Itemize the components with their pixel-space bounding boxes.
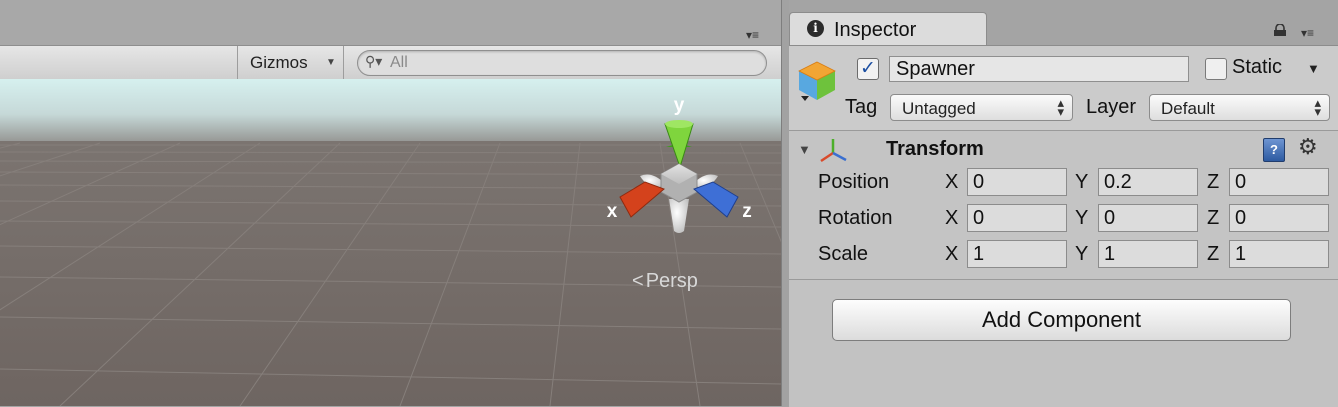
- search-icon: ⚲▾: [365, 53, 383, 69]
- static-dropdown-arrow-icon[interactable]: ▼: [1307, 61, 1320, 76]
- panel-menu-icon[interactable]: ▾≡: [746, 28, 759, 42]
- position-x-field[interactable]: [967, 168, 1067, 196]
- rotation-x-field[interactable]: [967, 204, 1067, 232]
- updown-arrow-icon: ▴ ▾: [1057, 95, 1064, 119]
- transform-title: Transform: [886, 138, 984, 160]
- layer-value: Default: [1161, 99, 1215, 118]
- scene-viewport-canvas: y x z: [0, 79, 781, 406]
- gameobject-name-field[interactable]: [889, 56, 1189, 82]
- static-checkbox[interactable]: [1205, 58, 1227, 80]
- scene-search-input[interactable]: [390, 53, 750, 72]
- axis-x-label: X: [945, 243, 959, 265]
- inspector-tab-label: Inspector: [834, 19, 917, 41]
- sky: [0, 79, 781, 149]
- gizmos-label: Gizmos: [250, 53, 308, 72]
- gizmos-dropdown[interactable]: Gizmos ▼: [238, 46, 342, 79]
- gear-icon[interactable]: ⚙: [1298, 134, 1318, 160]
- gameobject-cube-icon[interactable]: [795, 58, 839, 102]
- layer-label: Layer: [1086, 96, 1137, 118]
- y-axis-label: y: [674, 95, 685, 116]
- rotation-z-field[interactable]: [1229, 204, 1329, 232]
- inspector-panel: i Inspector ▾≡ ✓ Static ▼ Tag: [789, 0, 1338, 407]
- scale-x-field[interactable]: [967, 240, 1067, 268]
- tag-dropdown[interactable]: Untagged ▴ ▾: [890, 94, 1073, 121]
- add-component-button[interactable]: Add Component: [832, 299, 1291, 341]
- persp-chevron-icon: <: [632, 270, 644, 292]
- foldout-arrow-icon[interactable]: ▼: [798, 142, 811, 157]
- axis-x-label: X: [945, 207, 959, 229]
- tab-inspector[interactable]: i Inspector: [789, 12, 987, 46]
- tag-value: Untagged: [902, 99, 976, 118]
- lock-icon[interactable]: [1273, 24, 1287, 36]
- checkmark-icon: ✓: [860, 58, 876, 79]
- axis-z-label: Z: [1207, 207, 1220, 229]
- inspector-tab-strip: i Inspector ▾≡: [789, 0, 1338, 46]
- axis-z-label: Z: [1207, 171, 1220, 193]
- scene-search-box[interactable]: ⚲▾: [357, 50, 767, 76]
- transform-component: ▼ Transform ? ⚙ Position X Y Z Rotation …: [789, 131, 1338, 280]
- position-label: Position: [818, 171, 890, 193]
- axis-z-label: Z: [1207, 243, 1220, 265]
- scale-label: Scale: [818, 243, 869, 265]
- rotation-label: Rotation: [818, 207, 893, 229]
- help-book-icon[interactable]: ?: [1263, 138, 1285, 162]
- info-icon: i: [807, 20, 824, 37]
- active-checkbox[interactable]: ✓: [857, 58, 879, 80]
- tag-label: Tag: [845, 96, 878, 118]
- projection-label: Persp: [645, 270, 698, 292]
- transform-axes-icon: [820, 139, 847, 163]
- dropdown-arrow-icon: ▼: [326, 57, 336, 68]
- x-axis-label: x: [607, 201, 618, 222]
- axis-y-label: Y: [1075, 207, 1089, 229]
- axis-y-label: Y: [1075, 171, 1089, 193]
- inspector-body: ✓ Static ▼ Tag Untagged ▴▾ Layer Default…: [789, 45, 1338, 407]
- scale-z-field[interactable]: [1229, 240, 1329, 268]
- scene-toolbar: Gizmos ▼ ⚲▾: [0, 45, 781, 80]
- axis-y-label: Y: [1075, 243, 1089, 265]
- updown-arrow-icon: ▴ ▾: [1314, 95, 1321, 119]
- gameobject-header: ✓ Static ▼ Tag Untagged ▴▾ Layer Default…: [789, 46, 1338, 131]
- panel-menu-icon[interactable]: ▾≡: [1301, 26, 1314, 40]
- position-z-field[interactable]: [1229, 168, 1329, 196]
- projection-toggle[interactable]: < Persp: [632, 270, 698, 293]
- scene-view: Gizmos ▼ ⚲▾ ▾≡: [0, 0, 781, 406]
- rotation-y-field[interactable]: [1098, 204, 1198, 232]
- layer-dropdown[interactable]: Default ▴ ▾: [1149, 94, 1330, 121]
- position-y-field[interactable]: [1098, 168, 1198, 196]
- scene-viewport[interactable]: y x z: [0, 79, 781, 406]
- scale-y-field[interactable]: [1098, 240, 1198, 268]
- z-axis-label: z: [742, 201, 752, 222]
- static-label: Static: [1232, 56, 1283, 78]
- axis-x-label: X: [945, 171, 959, 193]
- toolbar-divider: [343, 46, 344, 79]
